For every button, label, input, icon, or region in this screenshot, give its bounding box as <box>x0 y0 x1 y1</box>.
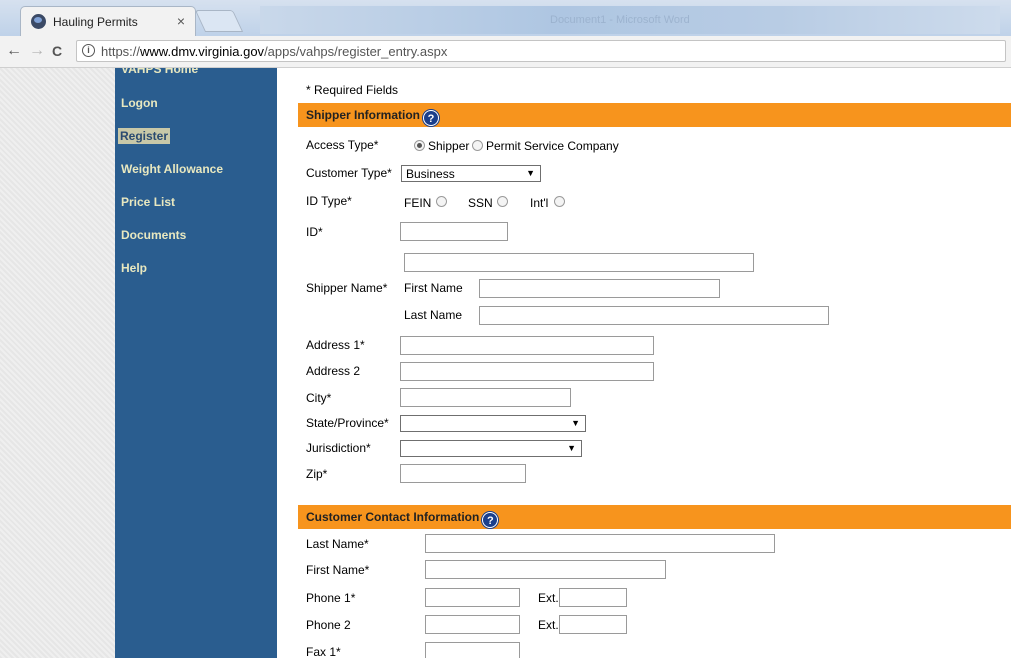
access-shipper-radio[interactable] <box>414 140 425 151</box>
reload-icon[interactable]: C <box>52 43 62 59</box>
url-text: https://www.dmv.virginia.gov/apps/vahps/… <box>101 44 447 59</box>
browser-tab[interactable]: Hauling Permits × <box>20 6 196 36</box>
page: VAHPS Home Logon Register Weight Allowan… <box>0 68 1011 658</box>
site-info-icon[interactable]: i <box>82 44 95 57</box>
shipper-last-name-input[interactable] <box>479 306 829 325</box>
sidebar-nav: VAHPS Home Logon Register Weight Allowan… <box>115 68 277 658</box>
address-bar[interactable]: i https://www.dmv.virginia.gov/apps/vahp… <box>76 40 1006 62</box>
phone2-input[interactable] <box>425 615 520 634</box>
id-input[interactable] <box>400 222 508 241</box>
phone2-ext-input[interactable] <box>559 615 627 634</box>
shipper-last-name-label: Last Name <box>404 308 463 322</box>
blurred-window-title: Document1 - Microsoft Word <box>260 6 1000 34</box>
required-fields-note: * Required Fields <box>306 83 399 97</box>
shipper-first-name-input[interactable] <box>479 279 720 298</box>
city-label: City* <box>306 391 332 405</box>
customer-type-value: Business <box>406 167 455 181</box>
phone2-ext-label: Ext. <box>538 618 559 632</box>
jurisdiction-label: Jurisdiction* <box>306 441 371 455</box>
shipper-information-header: Shipper Information? <box>298 103 1011 127</box>
phone1-label: Phone 1* <box>306 591 356 605</box>
contact-help-icon[interactable]: ? <box>482 512 499 528</box>
phone1-ext-input[interactable] <box>559 588 627 607</box>
sidebar-item-register[interactable]: Register <box>118 128 171 144</box>
access-permit-service-radio[interactable] <box>472 140 483 151</box>
address1-label: Address 1* <box>306 338 365 352</box>
new-tab-button[interactable] <box>194 10 244 32</box>
contact-last-name-input[interactable] <box>425 534 775 553</box>
contact-first-name-label: First Name* <box>306 563 370 577</box>
sidebar-item-logon[interactable]: Logon <box>121 96 158 110</box>
jurisdiction-select[interactable]: ▼ <box>400 440 582 457</box>
contact-first-name-input[interactable] <box>425 560 666 579</box>
access-shipper-label: Shipper <box>428 139 470 153</box>
zip-label: Zip* <box>306 467 328 481</box>
sidebar-item-documents[interactable]: Documents <box>121 228 186 242</box>
tab-title: Hauling Permits <box>53 15 138 29</box>
dropdown-arrow-icon: ▼ <box>571 418 580 428</box>
city-input[interactable] <box>400 388 571 407</box>
id-type-fein-label: FEIN <box>404 196 432 210</box>
customer-type-select[interactable]: Business ▼ <box>401 165 541 182</box>
address2-input[interactable] <box>400 362 654 381</box>
zip-input[interactable] <box>400 464 526 483</box>
dropdown-arrow-icon: ▼ <box>567 443 576 453</box>
sidebar-item-price-list[interactable]: Price List <box>121 195 175 209</box>
customer-type-label: Customer Type* <box>306 166 392 180</box>
fax1-label: Fax 1* <box>306 645 341 658</box>
dropdown-arrow-icon: ▼ <box>526 168 535 178</box>
access-type-label: Access Type* <box>306 138 379 152</box>
url-path: /apps/vahps/register_entry.aspx <box>264 44 448 59</box>
tab-close-icon[interactable]: × <box>177 13 185 29</box>
id-type-intl-label: Int'l <box>530 196 549 210</box>
id-type-ssn-label: SSN <box>468 196 493 210</box>
address2-label: Address 2 <box>306 364 361 378</box>
shipper-help-icon[interactable]: ? <box>423 110 439 126</box>
site-favicon-icon <box>31 14 46 29</box>
id-type-intl-radio[interactable] <box>554 196 565 207</box>
shipper-first-name-label: First Name <box>404 281 463 295</box>
id-type-fein-radio[interactable] <box>436 196 447 207</box>
phone1-ext-label: Ext. <box>538 591 559 605</box>
content-gutter <box>277 68 298 658</box>
id-type-ssn-radio[interactable] <box>497 196 508 207</box>
address1-input[interactable] <box>400 336 654 355</box>
state-province-select[interactable]: ▼ <box>400 415 586 432</box>
left-background <box>0 68 115 658</box>
shipper-business-name-input[interactable] <box>404 253 754 272</box>
contact-heading-text: Customer Contact Information <box>306 510 480 524</box>
browser-tabstrip: Document1 - Microsoft Word Hauling Permi… <box>0 0 1011 40</box>
sidebar-item-vahps-home[interactable]: VAHPS Home <box>121 68 198 76</box>
phone1-input[interactable] <box>425 588 520 607</box>
state-province-label: State/Province* <box>306 416 389 430</box>
url-scheme: https:// <box>101 44 141 59</box>
blurred-title-text: Document1 - Microsoft Word <box>550 14 690 26</box>
back-arrow-icon[interactable]: ← <box>6 42 22 60</box>
sidebar-item-help[interactable]: Help <box>121 261 147 275</box>
forward-arrow-icon[interactable]: → <box>29 42 45 60</box>
browser-toolbar: ← → C i https://www.dmv.virginia.gov/app… <box>0 36 1011 68</box>
url-host: www.dmv.virginia.gov <box>140 44 265 59</box>
access-permit-service-label: Permit Service Company <box>486 139 619 153</box>
customer-contact-header: Customer Contact Information? <box>298 505 1011 529</box>
phone2-label: Phone 2 <box>306 618 351 632</box>
id-label: ID* <box>306 225 323 239</box>
contact-last-name-label: Last Name* <box>306 537 369 551</box>
id-type-label: ID Type* <box>306 194 352 208</box>
fax1-input[interactable] <box>425 642 520 658</box>
sidebar-item-weight-allowance[interactable]: Weight Allowance <box>121 162 223 176</box>
shipper-name-label: Shipper Name* <box>306 281 388 295</box>
registration-form: * Required Fields Shipper Information? A… <box>298 68 1011 658</box>
shipper-heading-text: Shipper Information <box>306 108 420 122</box>
